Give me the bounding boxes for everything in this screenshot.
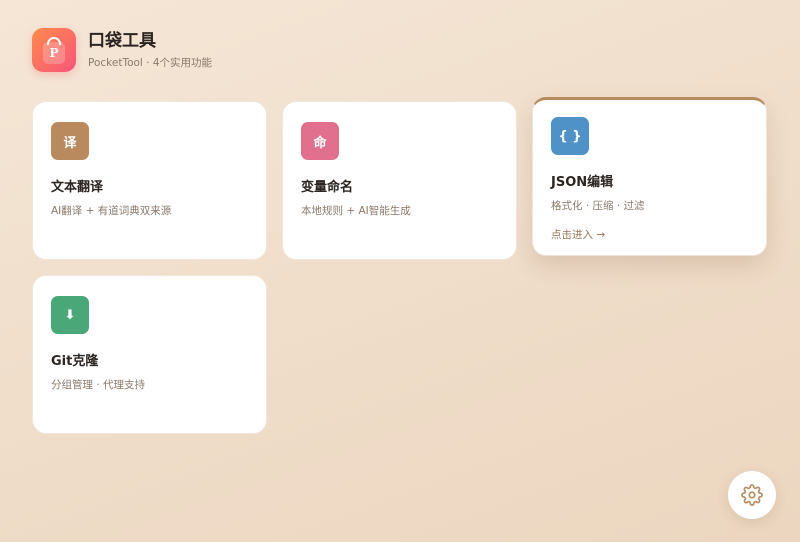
title-block: 口袋工具 PocketTool · 4个实用功能 — [88, 30, 212, 70]
card-title: JSON编辑 — [551, 175, 614, 190]
card-desc: 格式化 · 压缩 · 过滤 — [551, 200, 645, 212]
card-title: 变量命名 — [301, 180, 354, 195]
app-header: P 口袋工具 PocketTool · 4个实用功能 — [32, 28, 212, 72]
naming-icon: 命 — [301, 122, 339, 160]
settings-button[interactable] — [728, 471, 776, 519]
card-title: 文本翻译 — [51, 180, 104, 195]
gear-icon — [741, 484, 763, 506]
enter-link[interactable]: 点击进入 → — [551, 227, 748, 242]
card-variable-naming[interactable]: 命 变量命名 本地规则 + AI智能生成 — [282, 101, 517, 260]
card-json-editor[interactable]: { } JSON编辑 格式化 · 压缩 · 过滤 点击进入 → — [532, 97, 767, 256]
card-desc: 分组管理 · 代理支持 — [51, 379, 146, 391]
app-title: 口袋工具 — [88, 31, 156, 51]
app-subtitle: PocketTool · 4个实用功能 — [88, 57, 213, 69]
card-text-translate[interactable]: 译 文本翻译 AI翻译 + 有道词典双来源 — [32, 101, 267, 260]
card-git-clone[interactable]: ⬇ Git克隆 分组管理 · 代理支持 — [32, 275, 267, 434]
translate-icon: 译 — [51, 122, 89, 160]
card-desc: AI翻译 + 有道词典双来源 — [51, 205, 172, 217]
braces-icon: { } — [551, 117, 589, 155]
card-desc: 本地规则 + AI智能生成 — [301, 205, 411, 217]
download-icon: ⬇ — [51, 296, 89, 334]
card-title: Git克隆 — [51, 354, 99, 369]
app-logo-icon: P — [32, 28, 76, 72]
